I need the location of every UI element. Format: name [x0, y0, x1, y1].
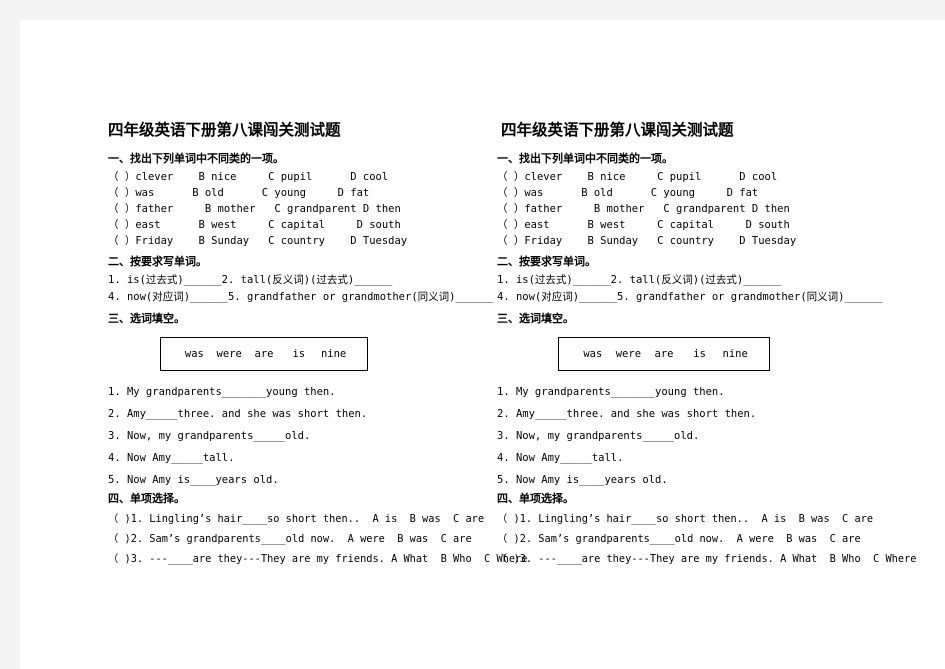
fill-blank-item: 1. My grandparents_______young then. — [497, 386, 725, 398]
word-bank-word: is — [292, 348, 306, 360]
word-bank-word: nine — [722, 348, 748, 360]
fill-blank-item: 5. Now Amy is____years old. — [108, 474, 279, 486]
section-heading-2: 二、按要求写单词。 — [497, 255, 596, 268]
section-heading-3: 三、选词填空。 — [108, 312, 185, 325]
word-bank-word: nine — [320, 348, 347, 360]
word-bank-word: is — [693, 348, 706, 360]
word-bank-word: was — [583, 348, 603, 360]
multiple-choice-item: （ )3. ---____are they---They are my frie… — [108, 553, 528, 565]
question-item: （ ）east B west C capital D south — [497, 219, 790, 231]
question-item: （ ）father B mother C grandparent D then — [497, 203, 790, 215]
section-heading-1: 一、找出下列单词中不同类的一项。 — [497, 152, 673, 165]
two-column-layout: 四年级英语下册第八课闯关测试题 一、找出下列单词中不同类的一项。 （ ）clev… — [20, 20, 945, 669]
word-bank-word: were — [615, 348, 642, 360]
column-left: 四年级英语下册第八课闯关测试题 一、找出下列单词中不同类的一项。 （ ）clev… — [20, 20, 528, 669]
multiple-choice-item: （ )2. Sam’s grandparents____old now. A w… — [497, 533, 861, 545]
fill-blank-item: 2. Amy_____three. and she was short then… — [108, 408, 368, 420]
word-form-item: 1. is(过去式)______2. tall(反义词)(过去式)______ — [497, 274, 782, 286]
fill-blank-item: 2. Amy_____three. and she was short then… — [497, 408, 757, 420]
multiple-choice-item: （ )1. Lingling’s hair____so short then..… — [497, 513, 874, 525]
word-bank-box: was were are is nine — [160, 337, 368, 371]
question-item: （ ）Friday B Sunday C country D Tuesday — [108, 235, 408, 247]
word-bank-word: was — [184, 348, 204, 360]
word-bank-container: was were are is nine — [497, 337, 872, 371]
fill-blank-item: 1. My grandparents_______young then. — [108, 386, 336, 398]
word-bank-word: were — [216, 348, 242, 360]
word-bank-word: are — [654, 348, 674, 360]
multiple-choice-item: （ )1. Lingling’s hair____so short then..… — [108, 513, 485, 525]
section-heading-4: 四、单项选择。 — [497, 492, 574, 505]
word-form-item: 1. is(过去式)______2. tall(反义词)(过去式)______ — [108, 274, 393, 286]
question-item: （ ）father B mother C grandparent D then — [108, 203, 401, 215]
page-title: 四年级英语下册第八课闯关测试题 — [501, 121, 734, 139]
question-item: （ ）was B old C young D fat — [108, 187, 370, 199]
word-form-item: 4. now(对应词)______5. grandfather or grand… — [497, 291, 883, 303]
question-item: （ ）was B old C young D fat — [497, 187, 759, 199]
column-right: 四年级英语下册第八课闯关测试题 一、找出下列单词中不同类的一项。 （ ）clev… — [482, 20, 944, 669]
section-heading-3: 三、选词填空。 — [497, 312, 574, 325]
multiple-choice-item: （ )3. ---____are they---They are my frie… — [497, 553, 917, 565]
fill-blank-item: 4. Now Amy_____tall. — [497, 452, 624, 464]
word-form-item: 4. now(对应词)______5. grandfather or grand… — [108, 291, 494, 303]
question-item: （ ）Friday B Sunday C country D Tuesday — [497, 235, 797, 247]
page-title: 四年级英语下册第八课闯关测试题 — [108, 121, 341, 139]
fill-blank-item: 4. Now Amy_____tall. — [108, 452, 235, 464]
question-item: （ ）clever B nice C pupil D cool — [497, 171, 778, 183]
word-bank-word: are — [254, 348, 274, 360]
fill-blank-item: 3. Now, my grandparents_____old. — [108, 430, 311, 442]
fill-blank-item: 3. Now, my grandparents_____old. — [497, 430, 700, 442]
fill-blank-item: 5. Now Amy is____years old. — [497, 474, 668, 486]
section-heading-4: 四、单项选择。 — [108, 492, 185, 505]
word-bank-box: was were are is nine — [558, 337, 770, 371]
multiple-choice-item: （ )2. Sam’s grandparents____old now. A w… — [108, 533, 472, 545]
word-bank-container: was were are is nine — [108, 337, 473, 371]
section-heading-2: 二、按要求写单词。 — [108, 255, 207, 268]
document-page: 四年级英语下册第八课闯关测试题 一、找出下列单词中不同类的一项。 （ ）clev… — [20, 20, 945, 669]
question-item: （ ）clever B nice C pupil D cool — [108, 171, 389, 183]
section-heading-1: 一、找出下列单词中不同类的一项。 — [108, 152, 284, 165]
question-item: （ ）east B west C capital D south — [108, 219, 401, 231]
